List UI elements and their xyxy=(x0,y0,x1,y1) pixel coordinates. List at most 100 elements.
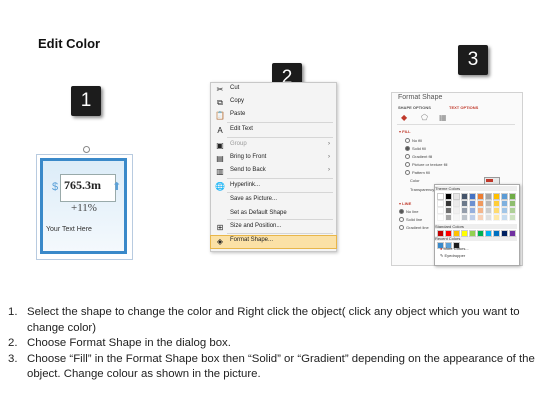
radio-icon xyxy=(405,146,410,152)
color-swatch-tint[interactable] xyxy=(461,200,468,207)
fill-option[interactable]: Solid fill xyxy=(405,146,426,152)
color-swatch-tint[interactable] xyxy=(501,207,508,214)
copy-icon: ⧉ xyxy=(217,98,223,107)
color-swatch-tint[interactable] xyxy=(469,207,476,214)
fill-option-label: Solid fill xyxy=(412,146,426,151)
color-swatch[interactable] xyxy=(445,193,452,200)
effects-icon[interactable]: ⬠ xyxy=(421,113,428,122)
color-swatch-tint[interactable] xyxy=(501,200,508,207)
fill-option[interactable]: No fill xyxy=(405,138,422,144)
fill-option[interactable]: Picture or texture fill xyxy=(405,162,447,168)
fill-option[interactable]: Gradient fill xyxy=(405,154,432,160)
menu-item[interactable]: Save as Picture... xyxy=(211,195,336,207)
menu-separator xyxy=(227,122,333,123)
submenu-arrow-icon: › xyxy=(328,154,330,160)
eyedropper-label: Eyedropper xyxy=(444,253,466,258)
menu-item[interactable]: Set as Default Shape xyxy=(211,209,336,221)
radio-icon xyxy=(405,170,410,176)
menu-item[interactable]: ⊞ Size and Position... xyxy=(211,222,336,234)
menu-item-label: Edit Text xyxy=(230,126,253,132)
color-swatch[interactable] xyxy=(461,230,468,237)
menu-item-label: Format Shape... xyxy=(230,237,274,243)
color-swatch-tint[interactable] xyxy=(509,200,516,207)
color-swatch[interactable] xyxy=(461,193,468,200)
menu-item[interactable]: ✂ Cut xyxy=(211,84,336,96)
color-swatch[interactable] xyxy=(485,193,492,200)
percent-text: +11% xyxy=(71,202,97,214)
line-option[interactable]: No line xyxy=(399,209,418,215)
color-swatch-tint[interactable] xyxy=(437,200,444,207)
menu-item[interactable]: 📋 Paste xyxy=(211,110,336,122)
fill-section-label: FILL xyxy=(402,129,411,134)
color-swatch[interactable] xyxy=(437,230,444,237)
step-badge-1: 1 xyxy=(71,86,101,116)
theme-colors-header: Theme Colors xyxy=(435,186,517,191)
color-swatch[interactable] xyxy=(453,230,460,237)
color-swatch[interactable] xyxy=(477,193,484,200)
eyedropper-option[interactable]: ✎ Eyedropper xyxy=(440,253,465,258)
line-option[interactable]: Solid line xyxy=(399,217,422,223)
menu-item[interactable]: ▥ Send to Back › xyxy=(211,166,336,178)
color-swatch-tint[interactable] xyxy=(493,207,500,214)
line-section-header[interactable]: ▾ LINE xyxy=(399,201,411,206)
line-option[interactable]: Gradient line xyxy=(399,225,429,231)
more-colors-option[interactable]: ● More Colors... xyxy=(440,246,469,251)
color-swatch[interactable] xyxy=(493,230,500,237)
menu-item[interactable]: A Edit Text xyxy=(211,125,336,137)
color-swatch-tint[interactable] xyxy=(453,200,460,207)
color-swatch[interactable] xyxy=(509,230,516,237)
color-swatch-tint[interactable] xyxy=(453,207,460,214)
color-swatch-tint[interactable] xyxy=(477,214,484,221)
color-swatch-tint[interactable] xyxy=(445,214,452,221)
tab-text-options[interactable]: TEXT OPTIONS xyxy=(449,105,478,110)
rotate-handle[interactable] xyxy=(83,146,90,153)
step-number: 2. xyxy=(8,337,18,350)
color-swatch[interactable] xyxy=(445,230,452,237)
color-swatch-tint[interactable] xyxy=(453,214,460,221)
hyperlink-icon: 🌐 xyxy=(215,182,225,191)
color-swatch-tint[interactable] xyxy=(469,200,476,207)
color-swatch-tint[interactable] xyxy=(469,214,476,221)
color-swatch-tint[interactable] xyxy=(493,200,500,207)
color-swatch-tint[interactable] xyxy=(437,207,444,214)
color-swatch-tint[interactable] xyxy=(445,200,452,207)
step-badge-number: 3 xyxy=(467,49,479,70)
menu-item[interactable]: ⧉ Copy xyxy=(211,97,336,109)
color-swatch-tint[interactable] xyxy=(477,207,484,214)
color-swatch-tint[interactable] xyxy=(437,214,444,221)
color-swatch[interactable] xyxy=(437,193,444,200)
color-swatch-tint[interactable] xyxy=(485,200,492,207)
color-swatch-tint[interactable] xyxy=(461,207,468,214)
fill-option[interactable]: Pattern fill xyxy=(405,170,430,176)
color-swatch[interactable] xyxy=(469,230,476,237)
tab-shape-options[interactable]: SHAPE OPTIONS xyxy=(398,105,431,110)
color-swatch[interactable] xyxy=(469,193,476,200)
radio-icon xyxy=(399,225,404,231)
color-swatch[interactable] xyxy=(485,230,492,237)
color-swatch[interactable] xyxy=(453,193,460,200)
menu-item[interactable]: ◈ Format Shape... xyxy=(210,235,337,249)
color-swatch-tint[interactable] xyxy=(445,207,452,214)
color-swatch[interactable] xyxy=(509,193,516,200)
fill-line-icon[interactable]: ◆ xyxy=(401,113,407,122)
fill-option-label: Pattern fill xyxy=(412,170,430,175)
color-swatch-tint[interactable] xyxy=(461,214,468,221)
color-swatch-tint[interactable] xyxy=(509,207,516,214)
submenu-arrow-icon: › xyxy=(328,167,330,173)
color-swatch[interactable] xyxy=(501,230,508,237)
size-properties-icon[interactable]: ▦ xyxy=(439,113,447,122)
color-swatch-tint[interactable] xyxy=(493,214,500,221)
color-swatch-tint[interactable] xyxy=(485,214,492,221)
color-label: Color xyxy=(410,178,420,183)
color-swatch-tint[interactable] xyxy=(509,214,516,221)
color-swatch-tint[interactable] xyxy=(477,200,484,207)
color-swatch[interactable] xyxy=(501,193,508,200)
color-swatch-tint[interactable] xyxy=(501,214,508,221)
fill-section-header[interactable]: ▾ FILL xyxy=(399,129,411,134)
color-swatch[interactable] xyxy=(477,230,484,237)
color-swatch[interactable] xyxy=(493,193,500,200)
menu-item[interactable]: 🌐 Hyperlink... xyxy=(211,181,336,193)
color-swatch-tint[interactable] xyxy=(485,207,492,214)
blank-icon xyxy=(215,196,225,206)
menu-item[interactable]: ▤ Bring to Front › xyxy=(211,153,336,165)
